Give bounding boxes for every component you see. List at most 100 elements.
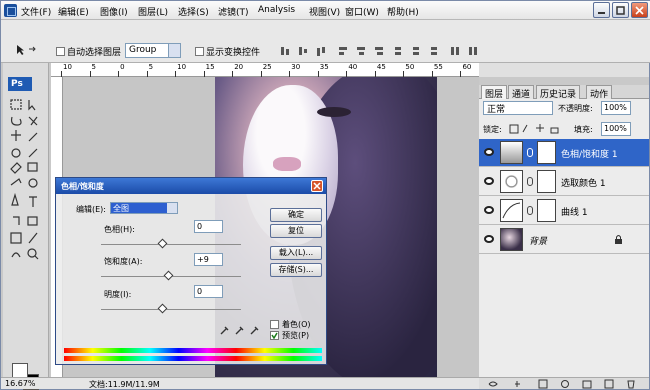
menu-layer[interactable]: 图层(L) (138, 5, 168, 18)
layer-mask-thumb[interactable] (537, 170, 556, 193)
zoom-level[interactable]: 16.67% (5, 379, 36, 388)
maximize-button[interactable] (612, 2, 629, 18)
menu-edit[interactable]: 编辑(E) (58, 5, 89, 18)
menu-view[interactable]: 视图(V) (309, 5, 340, 18)
preview-checkbox[interactable] (270, 331, 279, 340)
ruler-number: 60 (462, 63, 472, 71)
ps-logo: Ps (8, 77, 32, 91)
eye-icon[interactable] (484, 148, 494, 156)
hue-slider-thumb[interactable] (157, 238, 168, 249)
dialog-title: 色相/饱和度 (56, 178, 326, 194)
panel-tabs: 图层 通道 历史记录 动作 (479, 85, 649, 100)
adjustment-thumb (500, 141, 523, 164)
lock-label: 锁定: (483, 125, 502, 134)
dialog-close-button[interactable] (311, 180, 323, 192)
tab-actions[interactable]: 动作 (586, 85, 613, 100)
eye-icon[interactable] (484, 235, 494, 243)
background-thumb (500, 228, 523, 251)
edit-range-dropdown[interactable]: 全图 (110, 202, 178, 214)
opacity-input[interactable]: 100% (601, 101, 631, 115)
layer-row[interactable]: 曲线 1 (479, 197, 649, 225)
load-button[interactable]: 载入(L)... (270, 246, 322, 260)
show-transform-label: 显示变换控件 (206, 48, 261, 58)
eyedropper-plus-icon[interactable] (235, 326, 244, 335)
eyedropper-minus-icon[interactable] (250, 326, 259, 335)
chain-icon[interactable] (527, 148, 533, 157)
reset-button[interactable]: 复位 (270, 224, 322, 238)
eye-icon[interactable] (484, 206, 494, 214)
options-bar: 自动选择图层 Group 显示变换控件 (1, 20, 650, 63)
show-transform-checkbox[interactable] (195, 47, 204, 56)
layer-mask-thumb[interactable] (537, 141, 556, 164)
auto-select-type-dropdown[interactable]: Group (125, 43, 181, 58)
ruler-number: 5 (148, 63, 154, 71)
blend-mode-value: 正常 (487, 105, 506, 115)
layer-row[interactable]: 背景 (479, 226, 649, 254)
tools-panel: Ps (3, 63, 49, 390)
saturation-label: 饱和度(A): (104, 257, 143, 266)
layers-panel: 正常 不透明度: 100% 锁定: 填充: 100% 色相/饱和度 1 选取颜色… (479, 99, 649, 389)
tab-layers[interactable]: 图层 (481, 85, 508, 100)
layer-action-icons[interactable] (487, 379, 647, 389)
lips (273, 157, 301, 171)
saturation-input[interactable]: +9 (194, 253, 223, 266)
edit-range-value: 全图 (113, 204, 129, 213)
menu-filter[interactable]: 滤镜(T) (218, 5, 249, 18)
ruler-number: 50 (405, 63, 415, 71)
menu-image[interactable]: 图像(I) (100, 5, 128, 18)
move-tool-icon[interactable] (15, 44, 41, 56)
chain-icon[interactable] (527, 177, 533, 186)
close-button[interactable] (631, 2, 648, 18)
chevron-down-icon (168, 44, 180, 57)
menu-select[interactable]: 选择(S) (178, 5, 209, 18)
tool-icons[interactable] (7, 97, 45, 337)
menu-window[interactable]: 窗口(W) (345, 5, 379, 18)
menu-bar: 文件(F) 编辑(E) 图像(I) 图层(L) 选择(S) 滤镜(T) Anal… (1, 1, 650, 20)
curves-thumb (500, 199, 523, 222)
auto-select-checkbox[interactable] (56, 47, 65, 56)
tab-history[interactable]: 历史记录 (536, 85, 581, 100)
layer-name: 选取颜色 1 (561, 179, 606, 189)
colorize-checkbox[interactable] (270, 320, 279, 329)
layer-row[interactable]: 选取颜色 1 (479, 168, 649, 196)
hue-input[interactable]: 0 (194, 220, 223, 233)
blend-mode-dropdown[interactable]: 正常 (483, 101, 553, 115)
ruler-number: 10 (177, 63, 187, 71)
ruler-number: 5 (91, 63, 96, 71)
saturation-slider-thumb[interactable] (163, 270, 174, 281)
lock-icon (615, 235, 622, 244)
ruler-number: 30 (291, 63, 301, 71)
layer-name: 背景 (529, 237, 548, 247)
ruler-number: 25 (262, 63, 272, 71)
eye-icon[interactable] (484, 177, 494, 185)
ruler-number: 20 (234, 63, 244, 71)
tab-channels[interactable]: 通道 (508, 85, 535, 100)
save-button[interactable]: 存储(S)... (270, 263, 322, 277)
fill-input[interactable]: 100% (601, 122, 631, 136)
layer-name: 色相/饱和度 1 (561, 150, 618, 160)
minimize-button[interactable] (593, 2, 610, 18)
ruler-number: 40 (348, 63, 358, 71)
lightness-slider-thumb[interactable] (157, 303, 168, 314)
menu-file[interactable]: 文件(F) (21, 5, 51, 18)
menu-help[interactable]: 帮助(H) (387, 5, 419, 18)
input-spectrum-bar (64, 348, 322, 353)
eyedropper-icon[interactable] (220, 326, 229, 335)
menu-analysis[interactable]: Analysis (258, 5, 295, 15)
lightness-input[interactable]: 0 (194, 285, 223, 298)
ruler-number: 45 (376, 63, 386, 71)
lock-icons[interactable] (509, 123, 561, 134)
output-spectrum-bar (64, 356, 322, 361)
lightness-label: 明度(I): (104, 290, 132, 299)
chain-icon[interactable] (527, 206, 533, 215)
hue-slider[interactable] (101, 244, 241, 245)
auto-select-label: 自动选择图层 (67, 48, 122, 58)
hue-saturation-dialog: 色相/饱和度 编辑(E): 全图 色相(H): 0 饱和度(A): +9 明度(… (55, 177, 327, 365)
layer-row[interactable]: 色相/饱和度 1 (479, 139, 649, 167)
ok-button[interactable]: 确定 (270, 208, 322, 222)
layer-mask-thumb[interactable] (537, 199, 556, 222)
align-distribute-icons[interactable] (279, 45, 489, 57)
lightness-slider[interactable] (101, 309, 241, 310)
document-info[interactable]: 文档:11.9M/11.9M (89, 379, 160, 390)
ruler-number: 0 (120, 63, 125, 71)
